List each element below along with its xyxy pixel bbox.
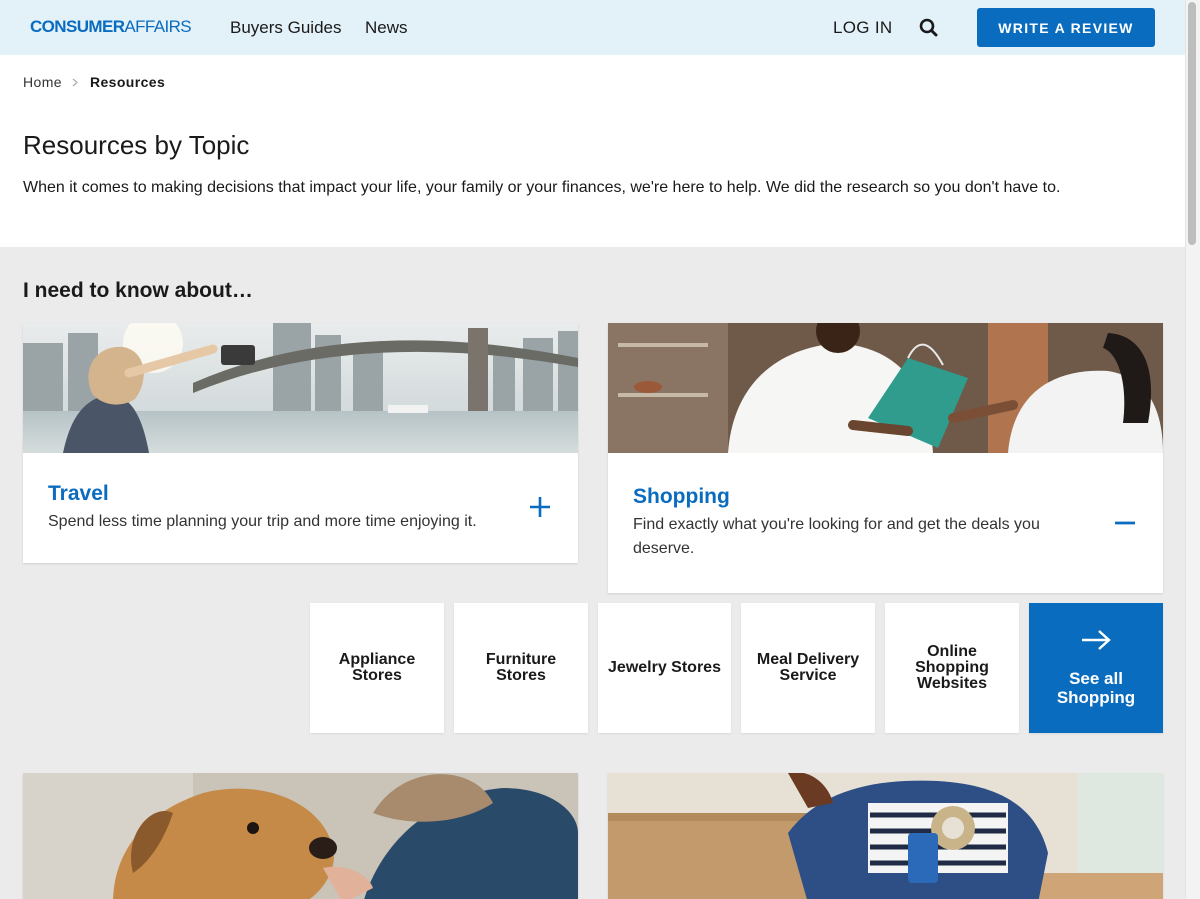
consumer-affairs-logo[interactable]: CONSUMERAFFAIRS bbox=[30, 17, 192, 37]
subtopic-online-shopping-websites[interactable]: Online Shopping Websites bbox=[885, 603, 1019, 733]
page-description: When it comes to making decisions that i… bbox=[23, 179, 1061, 196]
subtopic-label: Appliance Stores bbox=[338, 651, 416, 684]
subtopic-jewelry-stores[interactable]: Jewelry Stores bbox=[598, 603, 731, 733]
topic-card-moving[interactable] bbox=[608, 773, 1163, 899]
scrollbar-thumb[interactable] bbox=[1188, 2, 1196, 245]
topic-description-shopping: Find exactly what you're looking for and… bbox=[633, 516, 1040, 557]
chevron-right-icon bbox=[72, 74, 78, 90]
plus-icon[interactable] bbox=[528, 495, 552, 519]
topic-card-pets[interactable] bbox=[23, 773, 578, 899]
login-link[interactable]: LOG IN bbox=[833, 18, 892, 38]
see-all-label: See all Shopping bbox=[1056, 669, 1136, 707]
subtopic-label: Furniture Stores bbox=[485, 651, 557, 684]
section-heading: I need to know about… bbox=[23, 279, 253, 302]
subtopic-meal-delivery-service[interactable]: Meal Delivery Service bbox=[741, 603, 875, 733]
subtopic-furniture-stores[interactable]: Furniture Stores bbox=[454, 603, 588, 733]
moving-photo bbox=[608, 773, 1163, 899]
topic-card-travel[interactable]: Travel Spend less time planning your tri… bbox=[23, 323, 578, 563]
pets-photo bbox=[23, 773, 578, 899]
breadcrumb: Home Resources bbox=[23, 74, 165, 90]
arrow-right-icon bbox=[1080, 629, 1112, 655]
topic-title-shopping[interactable]: Shopping bbox=[633, 485, 730, 509]
subtopic-label: Online Shopping Websites bbox=[915, 643, 989, 692]
topic-card-shopping[interactable]: Shopping Find exactly what you're lookin… bbox=[608, 323, 1163, 593]
see-all-shopping-button[interactable]: See all Shopping bbox=[1029, 603, 1163, 733]
logo-text-consumer: CONSUMER bbox=[30, 17, 125, 36]
topic-title-travel[interactable]: Travel bbox=[48, 482, 109, 506]
topic-description-travel: Spend less time planning your trip and m… bbox=[48, 513, 477, 530]
search-icon[interactable] bbox=[918, 17, 940, 39]
subtopic-appliance-stores[interactable]: Appliance Stores bbox=[310, 603, 444, 733]
logo-text-affairs: AFFAIRS bbox=[124, 17, 192, 36]
breadcrumb-current: Resources bbox=[89, 74, 166, 90]
page-title: Resources by Topic bbox=[23, 130, 250, 160]
minus-icon[interactable] bbox=[1113, 511, 1137, 535]
nav-news[interactable]: News bbox=[365, 18, 408, 38]
breadcrumb-home[interactable]: Home bbox=[23, 74, 62, 90]
site-header: CONSUMERAFFAIRS Buyers Guides News LOG I… bbox=[0, 0, 1185, 55]
nav-buyers-guides[interactable]: Buyers Guides bbox=[230, 18, 342, 38]
page: CONSUMERAFFAIRS Buyers Guides News LOG I… bbox=[0, 0, 1185, 899]
travel-photo bbox=[23, 323, 578, 453]
subtopic-label: Meal Delivery Service bbox=[756, 651, 860, 684]
write-review-button[interactable]: WRITE A REVIEW bbox=[977, 8, 1155, 47]
subtopic-label: Jewelry Stores bbox=[608, 659, 721, 676]
shopping-photo bbox=[608, 323, 1163, 453]
